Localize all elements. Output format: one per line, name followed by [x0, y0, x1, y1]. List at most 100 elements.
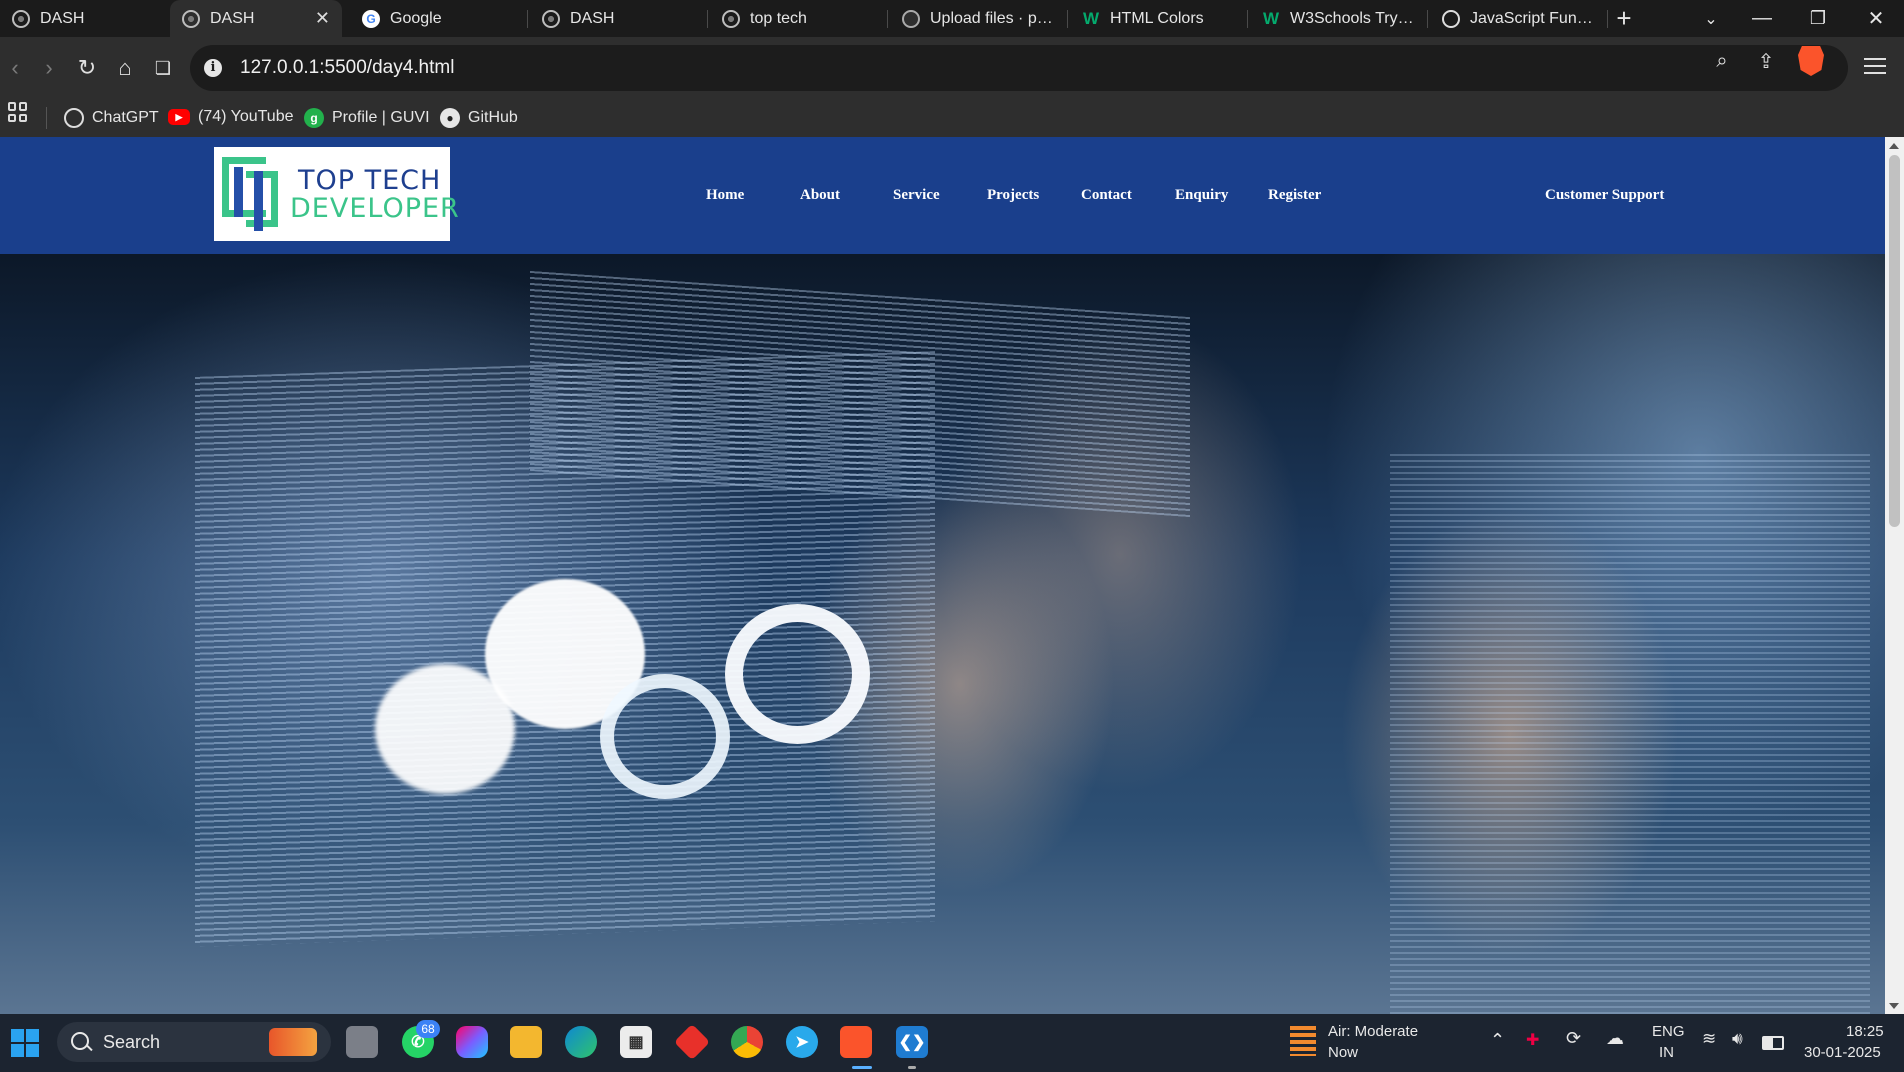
- vscode-icon[interactable]: ❮❯: [896, 1026, 928, 1058]
- forward-arrow-icon[interactable]: ›: [32, 51, 66, 85]
- tab-separator: [527, 10, 528, 28]
- logo-mark-icon: [222, 157, 282, 231]
- reload-icon[interactable]: ↻: [70, 51, 104, 85]
- tab-title: W3Schools Tryit E: [1290, 9, 1414, 27]
- volume-icon[interactable]: 🔊︎: [1732, 1029, 1743, 1049]
- youtube-icon: ▶: [168, 109, 190, 125]
- site-info-icon[interactable]: i: [204, 59, 222, 77]
- clock-date[interactable]: 30-01-2025: [1804, 1044, 1881, 1061]
- bookmark-label: Profile | GUVI: [332, 109, 430, 126]
- bookmark-youtube[interactable]: ▶ (74) YouTube: [168, 108, 293, 126]
- browser-tab[interactable]: W HTML Colors: [1070, 0, 1246, 37]
- onedrive-cloud-icon[interactable]: ☁: [1606, 1028, 1624, 1049]
- nav-enquiry[interactable]: Enquiry: [1175, 187, 1228, 204]
- tab-title: top tech: [750, 9, 807, 27]
- guvi-icon: g: [304, 108, 324, 128]
- url-text[interactable]: 127.0.0.1:5500/day4.html: [240, 57, 454, 79]
- bookmarks-bar: ChatGPT ▶ (74) YouTube g Profile | GUVI …: [0, 99, 1904, 138]
- taskbar-search[interactable]: Search: [57, 1022, 331, 1062]
- tab-title: DASH: [40, 9, 85, 27]
- browser-toolbar: ‹ › ↻ ⌂ ❏ i 127.0.0.1:5500/day4.html ⌕ ⇪: [0, 37, 1904, 99]
- tray-app-icon[interactable]: ✚: [1526, 1030, 1539, 1050]
- show-hidden-icons-chevron[interactable]: ⌃: [1490, 1030, 1505, 1051]
- scroll-up-icon[interactable]: [1889, 143, 1899, 149]
- close-window-icon[interactable]: ✕: [1848, 0, 1904, 37]
- browser-tab[interactable]: JavaScript Functio: [1430, 0, 1606, 37]
- bookmark-label: ChatGPT: [92, 109, 159, 126]
- store-icon[interactable]: ▦: [620, 1026, 652, 1058]
- openai-icon: [1442, 9, 1460, 28]
- page-scrollbar[interactable]: [1885, 137, 1904, 1014]
- brave-icon[interactable]: [840, 1026, 872, 1058]
- language-code[interactable]: ENG: [1652, 1023, 1685, 1040]
- address-bar[interactable]: i 127.0.0.1:5500/day4.html: [190, 45, 1848, 91]
- globe-icon: [12, 9, 30, 28]
- bookmark-github[interactable]: ● GitHub: [440, 108, 518, 128]
- new-tab-button[interactable]: +: [1596, 0, 1652, 37]
- google-icon: G: [362, 9, 380, 28]
- browser-tab[interactable]: W W3Schools Tryit E: [1250, 0, 1426, 37]
- logo-text-bottom: DEVELOPER: [290, 193, 460, 224]
- browser-tab[interactable]: G Google: [350, 0, 526, 37]
- nav-customer-support[interactable]: Customer Support: [1545, 187, 1664, 204]
- scroll-down-icon[interactable]: [1889, 1003, 1899, 1009]
- home-icon[interactable]: ⌂: [108, 51, 142, 85]
- bookmark-label: GitHub: [468, 109, 518, 126]
- active-app-indicator: [852, 1066, 872, 1069]
- minimize-icon[interactable]: —: [1734, 0, 1790, 37]
- tab-title: Upload files · prer: [930, 9, 1054, 27]
- bookmark-chatgpt[interactable]: ChatGPT: [64, 108, 159, 128]
- tab-separator: [1247, 10, 1248, 28]
- tab-separator: [707, 10, 708, 28]
- browser-tab-active[interactable]: DASH ✕: [170, 0, 342, 37]
- copilot-icon[interactable]: [456, 1026, 488, 1058]
- open-app-indicator: [908, 1066, 916, 1069]
- browser-tab[interactable]: DASH: [0, 0, 170, 37]
- clock-time[interactable]: 18:25: [1846, 1023, 1884, 1040]
- close-tab-icon[interactable]: ✕: [315, 8, 330, 29]
- apps-grid-icon[interactable]: [8, 102, 28, 122]
- search-icon: [71, 1032, 89, 1050]
- nav-service[interactable]: Service: [893, 187, 940, 204]
- share-icon[interactable]: ⇪: [1752, 47, 1780, 75]
- weather-title[interactable]: Air: Moderate: [1328, 1023, 1418, 1040]
- search-label: Search: [103, 1032, 161, 1052]
- nav-register[interactable]: Register: [1268, 187, 1321, 204]
- tab-title: JavaScript Functio: [1470, 9, 1594, 27]
- nav-about[interactable]: About: [800, 187, 840, 204]
- sync-icon[interactable]: ⟳: [1566, 1028, 1581, 1049]
- page-viewport: TOP TECH DEVELOPER Home About Service Pr…: [0, 137, 1885, 1014]
- tab-search-chevron-icon[interactable]: ⌄: [1683, 0, 1739, 37]
- tab-title: Google: [390, 9, 442, 27]
- site-logo[interactable]: TOP TECH DEVELOPER: [214, 147, 459, 241]
- browser-tab[interactable]: DASH: [530, 0, 706, 37]
- back-arrow-icon[interactable]: ‹: [0, 51, 32, 85]
- weather-subtitle: Now: [1328, 1044, 1359, 1061]
- bookmark-guvi[interactable]: g Profile | GUVI: [304, 108, 430, 128]
- chrome-icon[interactable]: [731, 1026, 763, 1058]
- battery-icon[interactable]: [1762, 1036, 1784, 1050]
- nav-projects[interactable]: Projects: [987, 187, 1039, 204]
- telegram-icon[interactable]: ➤: [786, 1026, 818, 1058]
- github-icon: [902, 9, 920, 28]
- scrollbar-thumb[interactable]: [1889, 155, 1900, 527]
- task-view-icon[interactable]: [346, 1026, 378, 1058]
- wifi-icon[interactable]: ≋: [1702, 1029, 1716, 1049]
- nav-contact[interactable]: Contact: [1081, 187, 1132, 204]
- zoom-icon[interactable]: ⌕: [1708, 47, 1736, 75]
- hero-image: [0, 254, 1885, 1014]
- anydesk-icon[interactable]: [673, 1023, 711, 1061]
- bookmark-icon[interactable]: ❏: [146, 51, 180, 85]
- openai-icon: [64, 108, 84, 128]
- restore-icon[interactable]: ❐: [1790, 0, 1846, 37]
- w3schools-icon: W: [1262, 8, 1280, 28]
- file-explorer-icon[interactable]: [510, 1026, 542, 1058]
- nav-home[interactable]: Home: [706, 187, 744, 204]
- edge-icon[interactable]: [565, 1026, 597, 1058]
- browser-menu-icon[interactable]: [1864, 53, 1886, 83]
- browser-tab[interactable]: Upload files · prer: [890, 0, 1066, 37]
- windows-start-icon[interactable]: [11, 1029, 39, 1057]
- bookmark-label: (74) YouTube: [198, 108, 294, 125]
- hero-ring: [600, 674, 730, 799]
- browser-tab[interactable]: top tech: [710, 0, 886, 37]
